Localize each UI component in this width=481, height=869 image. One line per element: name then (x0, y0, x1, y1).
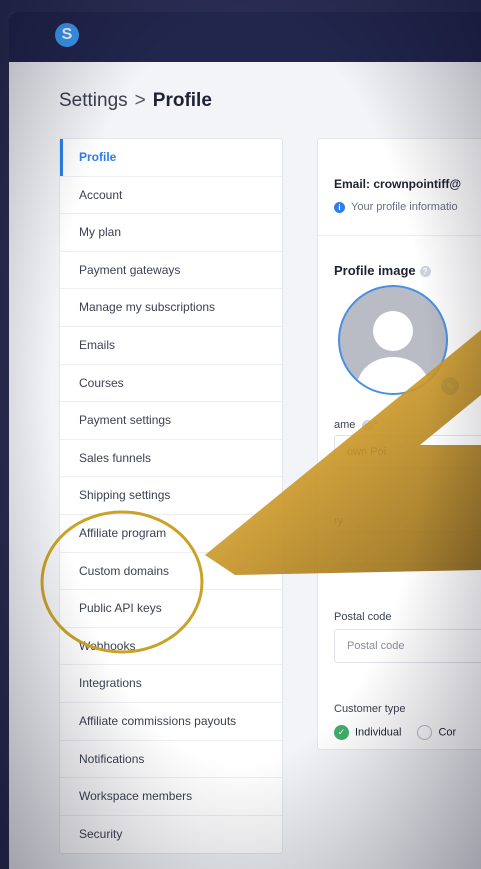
sidebar-item-emails[interactable]: Emails (60, 327, 282, 365)
radio-individual-checked-icon[interactable]: ✓ (334, 725, 349, 740)
radio-company-unchecked-icon[interactable] (417, 725, 433, 740)
email-heading: Email: crownpointiff@ (334, 177, 462, 191)
breadcrumb-current: Profile (152, 90, 212, 111)
postal-code-label: Postal code (334, 611, 392, 623)
country-field-label: ry (334, 515, 344, 527)
postal-code-input[interactable]: Postal code (334, 629, 481, 663)
sidebar-item-workspace-members[interactable]: Workspace members (60, 778, 282, 816)
profile-panel: Email: crownpointiff@ i Your profile info… (317, 138, 481, 750)
sidebar-item-webhooks[interactable]: Webhooks (60, 628, 282, 666)
name-label-text: ame (334, 419, 356, 431)
help-icon[interactable]: ? (419, 266, 431, 278)
avatar-silhouette-icon (357, 311, 429, 393)
customer-type-label: Customer type (334, 703, 406, 715)
sidebar-item-affiliate-commissions-payouts[interactable]: Affiliate commissions payouts (60, 703, 282, 741)
breadcrumb-separator: > (134, 90, 146, 111)
profile-info-note: i Your profile informatio (334, 201, 458, 213)
customer-type-radio-group: ✓ Individual Cor (334, 725, 456, 740)
sidebar-item-security[interactable]: Security (60, 816, 282, 854)
name-help-icon[interactable]: ? (362, 419, 374, 431)
sidebar-item-shipping-settings[interactable]: Shipping settings (60, 477, 282, 515)
breadcrumb: Settings > Profile (59, 90, 212, 112)
sidebar-item-payment-gateways[interactable]: Payment gateways (60, 252, 282, 290)
settings-sidebar: Profile Account My plan Payment gateways… (59, 138, 283, 855)
required-marker: * (373, 419, 378, 431)
sidebar-item-integrations[interactable]: Integrations (60, 665, 282, 703)
edit-avatar-icon[interactable]: ✎ (439, 375, 461, 397)
sidebar-item-profile[interactable]: Profile (60, 139, 282, 177)
country-select[interactable] (334, 531, 481, 565)
sidebar-item-custom-domains[interactable]: Custom domains (60, 553, 282, 591)
info-icon: i (334, 201, 345, 213)
sidebar-item-account[interactable]: Account (60, 177, 282, 215)
breadcrumb-settings[interactable]: Settings (59, 90, 128, 111)
sidebar-item-manage-subscriptions[interactable]: Manage my subscriptions (60, 289, 282, 327)
app-window: S Settings > Profile Profile Account My pl… (9, 12, 481, 869)
sidebar-item-payment-settings[interactable]: Payment settings (60, 402, 282, 440)
profile-info-text: Your profile informatio (351, 201, 458, 213)
section-divider (318, 235, 481, 236)
sidebar-item-affiliate-program[interactable]: Affiliate program (60, 515, 282, 553)
sidebar-item-courses[interactable]: Courses (60, 365, 282, 403)
profile-image-label-text: Profile image (334, 263, 416, 278)
name-field-label: ame ? * (334, 419, 378, 431)
sidebar-item-public-api-keys[interactable]: Public API keys (60, 590, 282, 628)
profile-avatar[interactable] (338, 285, 448, 395)
app-logo[interactable]: S (55, 23, 79, 47)
radio-company-label[interactable]: Cor (438, 726, 456, 738)
profile-image-label: Profile image? (334, 263, 431, 278)
sidebar-item-sales-funnels[interactable]: Sales funnels (60, 440, 282, 478)
name-input[interactable]: own Poi (334, 435, 481, 469)
sidebar-item-my-plan[interactable]: My plan (60, 214, 282, 252)
top-navigation-bar: S (9, 12, 481, 62)
radio-individual-label[interactable]: Individual (355, 726, 401, 738)
sidebar-item-notifications[interactable]: Notifications (60, 741, 282, 779)
